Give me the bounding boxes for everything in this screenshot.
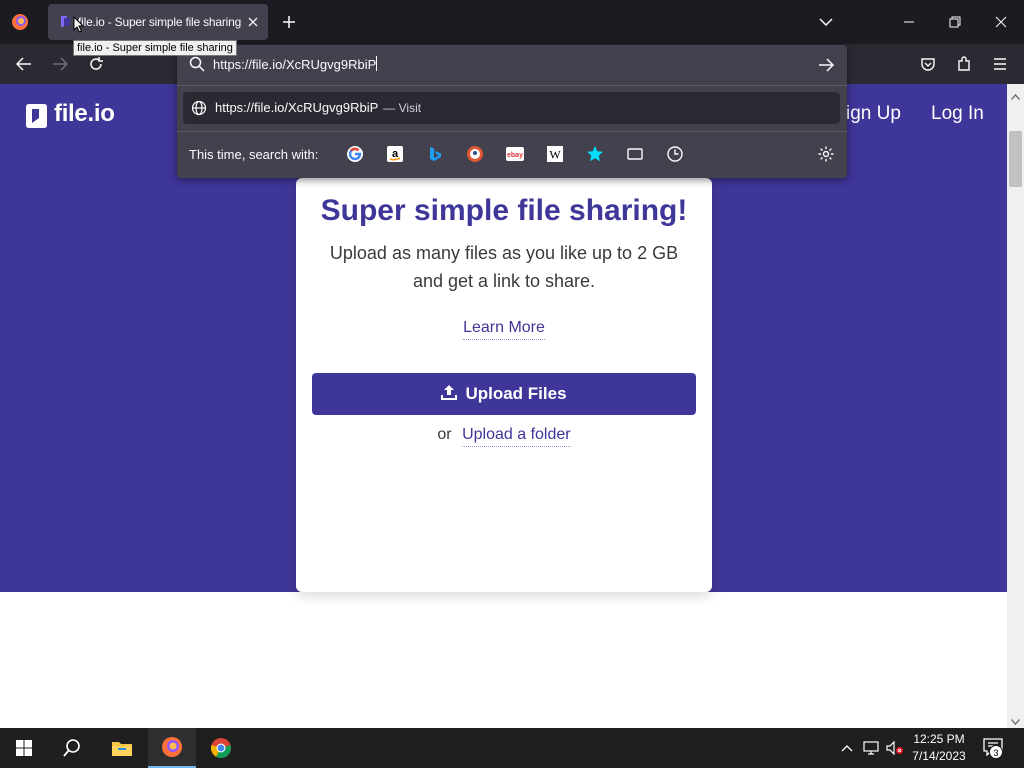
windows-start-icon[interactable] xyxy=(0,728,48,768)
file-io-favicon-icon xyxy=(58,15,72,29)
divider xyxy=(177,131,847,132)
url-bar-dropdown: https://file.io/XcRUgvg9RbiP https://fil… xyxy=(177,45,847,178)
reload-icon[interactable] xyxy=(85,53,107,75)
go-arrow-icon[interactable] xyxy=(815,54,837,76)
divider xyxy=(177,85,847,86)
clock-time: 12:25 PM xyxy=(913,732,965,746)
url-input[interactable]: https://file.io/XcRUgvg9RbiP xyxy=(213,54,773,76)
extensions-icon[interactable] xyxy=(953,53,975,75)
show-hidden-icons-chevron-icon[interactable] xyxy=(838,738,856,758)
tabs-icon[interactable] xyxy=(626,145,644,163)
upload-card: Super simple file sharing! Upload as man… xyxy=(296,178,712,592)
chrome-taskbar-icon[interactable] xyxy=(197,728,245,768)
ebay-engine-icon[interactable]: ebay xyxy=(506,145,524,163)
upload-files-label: Upload Files xyxy=(465,384,567,403)
notification-count-badge: 3 xyxy=(989,745,1003,759)
svg-text:W: W xyxy=(549,148,561,162)
forward-icon[interactable] xyxy=(49,53,71,75)
pocket-icon[interactable] xyxy=(917,53,939,75)
card-title: Super simple file sharing! xyxy=(320,194,688,227)
upload-icon xyxy=(441,384,458,405)
page-scrollbar[interactable] xyxy=(1007,84,1024,728)
log-in-link[interactable]: Log In xyxy=(931,103,984,125)
globe-icon xyxy=(191,100,207,116)
close-tab-icon[interactable] xyxy=(244,13,262,31)
list-all-tabs-icon[interactable] xyxy=(815,11,837,33)
url-suggestion-row[interactable]: https://file.io/XcRUgvg9RbiP — Visit xyxy=(183,92,840,124)
file-explorer-icon[interactable] xyxy=(98,728,146,768)
network-icon[interactable] xyxy=(862,738,880,758)
taskbar: 12:25 PM 7/14/2023 3 xyxy=(0,728,1024,768)
bookmarks-star-icon[interactable] xyxy=(586,145,604,163)
mouse-cursor-icon xyxy=(73,15,85,38)
scroll-thumb[interactable] xyxy=(1009,131,1022,187)
suggestion-url: https://file.io/XcRUgvg9RbiP xyxy=(215,100,379,115)
clock-date: 7/14/2023 xyxy=(912,749,966,763)
firefox-taskbar-icon[interactable] xyxy=(148,728,196,768)
learn-more-link[interactable]: Learn More xyxy=(463,319,545,340)
card-subtitle: Upload as many files as you like up to 2… xyxy=(329,243,679,291)
site-logo-text[interactable]: file.io xyxy=(54,100,115,128)
upload-folder-link[interactable]: Upload a folder xyxy=(462,426,571,447)
url-input-value: https://file.io/XcRUgvg9RbiP xyxy=(213,57,377,72)
system-clock[interactable]: 12:25 PM 7/14/2023 xyxy=(906,731,972,765)
amazon-engine-icon[interactable]: a xyxy=(386,145,404,163)
duckduckgo-engine-icon[interactable] xyxy=(466,145,484,163)
window-close-icon[interactable] xyxy=(990,11,1012,33)
history-clock-icon[interactable] xyxy=(666,145,684,163)
wikipedia-engine-icon[interactable]: W xyxy=(546,145,564,163)
search-settings-gear-icon[interactable] xyxy=(817,145,835,163)
suggestion-action: — Visit xyxy=(383,101,422,115)
search-with-label: This time, search with: xyxy=(189,147,319,162)
back-icon[interactable] xyxy=(13,53,35,75)
taskbar-search-icon[interactable] xyxy=(48,728,96,768)
sign-up-link[interactable]: ign Up xyxy=(846,103,901,125)
svg-text:a: a xyxy=(392,148,399,160)
minimize-icon[interactable] xyxy=(898,11,920,33)
volume-muted-icon[interactable] xyxy=(886,738,904,758)
notification-center-icon[interactable]: 3 xyxy=(980,736,1006,760)
tab-tooltip: file.io - Super simple file sharing xyxy=(73,40,237,56)
bing-engine-icon[interactable] xyxy=(426,145,444,163)
firefox-view-icon[interactable] xyxy=(8,10,32,34)
google-engine-icon[interactable] xyxy=(346,145,364,163)
menu-icon[interactable] xyxy=(989,53,1011,75)
file-io-logo-icon[interactable] xyxy=(24,103,48,129)
tab-strip: file.io - Super simple file sharing xyxy=(0,0,1024,44)
search-icon xyxy=(189,56,205,72)
scroll-up-arrow-icon[interactable] xyxy=(1011,87,1020,105)
restore-icon[interactable] xyxy=(944,11,966,33)
text-caret xyxy=(376,56,378,71)
or-text: or xyxy=(437,426,452,443)
upload-files-button[interactable]: Upload Files xyxy=(312,373,696,415)
new-tab-icon[interactable] xyxy=(278,11,300,33)
svg-text:ebay: ebay xyxy=(507,152,523,159)
tab-title: file.io - Super simple file sharing xyxy=(78,15,242,29)
